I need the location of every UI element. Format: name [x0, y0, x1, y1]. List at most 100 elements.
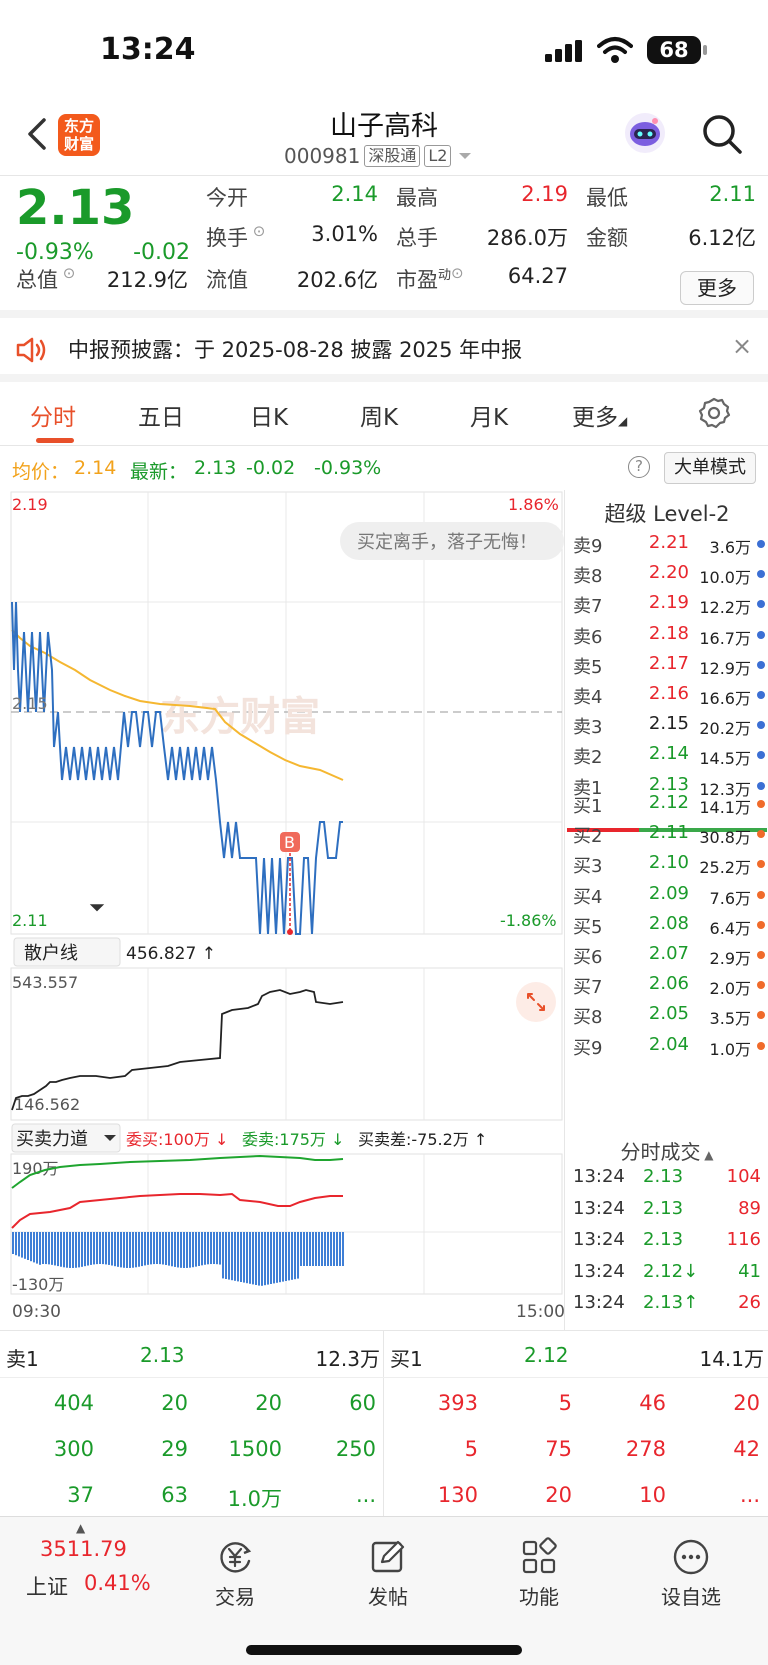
bid-row[interactable]: 买2 2.11 30.8万: [573, 818, 765, 850]
force-diff-bar: [165, 1232, 167, 1266]
tab-more[interactable]: 更多◢: [572, 398, 627, 432]
nav-trade[interactable]: 交易: [180, 1537, 290, 1610]
notice-text: 中报预披露：于 2025-08-28 披露 2025 年中报: [68, 338, 523, 362]
help-icon[interactable]: ?: [628, 456, 650, 478]
ask-row[interactable]: 卖2 2.14 14.5万: [573, 739, 765, 771]
grid-apps-icon: [522, 1537, 557, 1574]
level2-dot-icon: [757, 751, 765, 760]
bid-row[interactable]: 买8 2.05 3.5万: [573, 999, 765, 1031]
bid-volume: 2.0万: [709, 979, 751, 999]
force-diff-bar: [321, 1232, 323, 1266]
more-quote-button[interactable]: 更多: [680, 271, 754, 305]
float-cap-label: 流值: [206, 268, 248, 292]
bid-row[interactable]: 买3 2.10 25.2万: [573, 848, 765, 880]
force-diff-bar: [252, 1232, 254, 1285]
turnover-label[interactable]: 换手 ⊙: [206, 222, 265, 252]
ask-row[interactable]: 卖4 2.16 16.6万: [573, 679, 765, 711]
ask-row[interactable]: 卖7 2.19 12.2万: [573, 588, 765, 620]
robot-assistant-icon[interactable]: [622, 110, 668, 156]
level2-dot-icon: [757, 721, 765, 730]
retail-panel: 散户线 456.827 ↑ 543.557 146.562: [10, 904, 563, 1121]
force-diff-bar: [291, 1232, 293, 1280]
nav-add-watchlist[interactable]: 设自选: [636, 1537, 746, 1610]
index-value: 3511.79: [40, 1537, 127, 1561]
ask-row[interactable]: 卖9 2.21 3.6万: [573, 528, 765, 560]
force-diff-bar: [186, 1232, 188, 1268]
stock-code: 000981: [284, 144, 361, 168]
ask-row[interactable]: 卖6 2.18 16.7万: [573, 619, 765, 651]
intraday-chart: 东方财富 B 2.19 2.15 2.11 1.86% -1.86% 买定离手，…: [10, 491, 564, 1322]
motto-bubble[interactable]: 买定离手，落子无悔！: [340, 522, 564, 560]
nav-functions[interactable]: 功能: [484, 1537, 594, 1610]
turnover-value: 3.01%: [311, 222, 378, 246]
ask-row[interactable]: 卖8 2.20 10.0万: [573, 558, 765, 590]
force-diff-bar: [243, 1232, 245, 1283]
tab-five-day[interactable]: 五日: [138, 398, 184, 432]
force-diff-bar: [168, 1232, 170, 1266]
trade-volume: 116: [726, 1229, 761, 1250]
trade-volume: 89: [738, 1197, 761, 1219]
bid-row[interactable]: 买9 2.04 1.0万: [573, 1030, 765, 1062]
bid-volume: 6.4万: [709, 918, 751, 938]
bid-row[interactable]: 买4 2.09 7.6万: [573, 879, 765, 911]
expand-icon[interactable]: [516, 982, 556, 1022]
ask-row[interactable]: 卖5 2.17 12.9万: [573, 649, 765, 681]
trade-price: 2.13: [643, 1197, 684, 1219]
force-diff-bar: [36, 1232, 38, 1264]
bid-row[interactable]: 买6 2.07 2.9万: [573, 939, 765, 971]
trade-price: 2.13↑: [643, 1292, 699, 1313]
price-top-label: 2.19: [12, 495, 48, 514]
gear-icon[interactable]: [697, 396, 731, 430]
stock-code-row[interactable]: 000981 深股通 L2: [284, 144, 475, 168]
queue-sell-cell: 1.0万: [227, 1487, 282, 1511]
market-cap-label[interactable]: 总值 ⊙: [16, 264, 75, 294]
level2-dot-icon: [757, 570, 765, 579]
ask-level-label: 卖9: [573, 536, 603, 557]
tab-intraday[interactable]: 分时: [30, 398, 76, 432]
search-icon[interactable]: [700, 112, 744, 156]
queue-sell-cell: 37: [67, 1483, 94, 1507]
nav-post[interactable]: 发帖: [333, 1537, 443, 1610]
chart-tabs: 分时 五日 日K 周K 月K 更多◢: [0, 382, 768, 446]
tab-monthly-k[interactable]: 月K: [470, 398, 508, 432]
level2-title[interactable]: 超级 Level-2: [565, 498, 768, 528]
info-icon: ⊙: [451, 264, 464, 282]
pe-label[interactable]: 市盈动⊙: [396, 264, 464, 294]
level2-dot-icon: [757, 540, 765, 548]
bid-row[interactable]: 买7 2.06 2.0万: [573, 969, 765, 1001]
retail-dropdown-icon[interactable]: [89, 904, 105, 912]
level2-dot-icon: [757, 830, 765, 839]
force-diff-bar: [99, 1232, 101, 1264]
tab-daily-k[interactable]: 日K: [250, 398, 288, 432]
ask-volume: 12.2万: [699, 598, 751, 618]
force-diff-bar: [135, 1232, 137, 1268]
level2-dot-icon: [757, 1041, 765, 1050]
info-icon: ⊙: [248, 222, 266, 240]
force-diff-bar: [288, 1232, 290, 1281]
time-start-label: 09:30: [12, 1302, 61, 1322]
tab-weekly-k[interactable]: 周K: [360, 398, 398, 432]
trade-row: 13:24 2.13↑ 26: [573, 1288, 765, 1320]
trades-title[interactable]: 分时成交 ▲: [565, 1136, 768, 1165]
force-diff-bar: [90, 1232, 92, 1265]
big-order-mode-button[interactable]: 大单模式: [664, 452, 756, 484]
notice-banner[interactable]: 中报预披露：于 2025-08-28 披露 2025 年中报 ×: [0, 318, 768, 382]
queue-buy-cell: 5: [558, 1391, 572, 1415]
force-diff-bar: [141, 1232, 143, 1267]
bottom-nav: ▲ 3511.79 上证 0.41% 交易 发帖 功能 设自选: [0, 1516, 768, 1665]
level2-dot-icon: [757, 630, 765, 639]
home-indicator[interactable]: [246, 1645, 522, 1655]
bid-row[interactable]: 买5 2.08 6.4万: [573, 909, 765, 941]
force-diff-bar: [144, 1232, 146, 1266]
bid-volume: 7.6万: [709, 888, 751, 908]
force-diff-bar: [294, 1232, 296, 1280]
force-buy-line: [11, 1192, 343, 1229]
queue-sell-cell: 1500: [228, 1437, 282, 1461]
close-icon[interactable]: ×: [732, 332, 752, 360]
ask-row[interactable]: 卖3 2.15 20.2万: [573, 709, 765, 741]
bid-volume: 25.2万: [699, 858, 751, 878]
force-diff-bar: [228, 1232, 230, 1280]
force-diff-bar: [336, 1232, 338, 1266]
force-diff-bar: [195, 1232, 197, 1267]
bid-row[interactable]: 买1 2.12 14.1万: [573, 788, 765, 820]
